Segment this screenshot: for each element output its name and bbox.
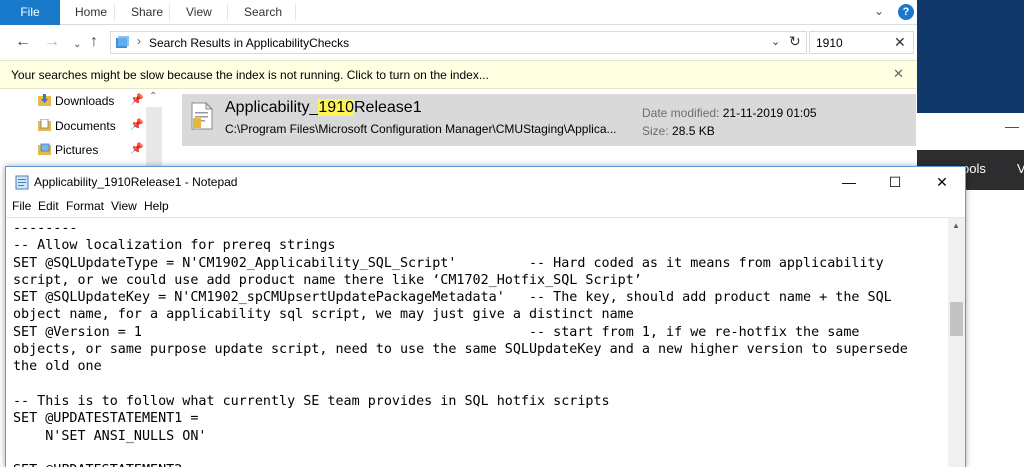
- file-name-suffix: Release1: [353, 99, 422, 116]
- recent-locations-chevron-icon[interactable]: ⌄: [73, 36, 81, 54]
- ribbon-tab-home[interactable]: Home: [63, 0, 119, 25]
- ribbon-separator: [169, 4, 170, 21]
- ribbon-tab-file[interactable]: File: [0, 0, 60, 25]
- notepad-window: Applicability_1910Release1 - Notepad — ☐…: [5, 166, 966, 467]
- result-date-modified: Date modified: 21-11-2019 01:05: [642, 106, 817, 120]
- documents-folder-icon: [38, 119, 51, 131]
- search-input[interactable]: 1910 ✕: [809, 31, 914, 54]
- ribbon-separator: [295, 4, 296, 21]
- navigation-pane: ⌃ Downloads 📌 Documents 📌 Pictures 📌: [0, 89, 165, 170]
- size-label: Size:: [642, 124, 669, 138]
- breadcrumb[interactable]: Search Results in ApplicabilityChecks: [149, 36, 349, 50]
- sidebar-item-label: Downloads: [55, 94, 115, 108]
- menu-edit[interactable]: Edit: [38, 199, 59, 213]
- file-explorer-window: File Home Share View Search ⌄ ? ← → ⌄ ↑ …: [0, 0, 917, 170]
- result-file-path: C:\Program Files\Microsoft Configuration…: [225, 122, 617, 136]
- downloads-folder-icon: [38, 94, 51, 106]
- address-dropdown-icon[interactable]: ⌄: [771, 35, 780, 48]
- window-title: Applicability_1910Release1 - Notepad: [34, 175, 238, 189]
- background-tab-view[interactable]: V: [1017, 161, 1024, 176]
- desktop-background: [917, 0, 1024, 113]
- minimize-button[interactable]: —: [1005, 118, 1019, 134]
- scrollbar-thumb[interactable]: [950, 302, 963, 336]
- ribbon-separator: [114, 4, 115, 21]
- pin-icon[interactable]: 📌: [130, 93, 144, 106]
- file-name-prefix: Applicability_: [225, 99, 319, 116]
- size-value: 28.5 KB: [672, 124, 715, 138]
- menu-view[interactable]: View: [111, 199, 137, 213]
- screen: — ools V File Home Share View Search ⌄ ?…: [0, 0, 1024, 467]
- help-icon[interactable]: ?: [898, 4, 914, 20]
- notepad-title-bar[interactable]: Applicability_1910Release1 - Notepad — ☐…: [6, 167, 965, 197]
- file-name-match-highlight: 1910: [318, 99, 354, 116]
- search-location-icon: [116, 36, 129, 48]
- forward-arrow-icon[interactable]: →: [44, 33, 60, 51]
- scroll-up-arrow-icon[interactable]: ▲: [952, 221, 960, 230]
- notepad-text-area[interactable]: -------- -- Allow localization for prere…: [6, 217, 965, 467]
- minimize-button[interactable]: —: [826, 167, 872, 197]
- ribbon-tab-share[interactable]: Share: [119, 0, 175, 25]
- ribbon-tabs: File Home Share View Search ⌄ ?: [0, 0, 917, 25]
- up-arrow-icon[interactable]: ↑: [90, 33, 98, 51]
- index-info-bar[interactable]: Your searches might be slow because the …: [0, 60, 917, 89]
- address-bar[interactable]: › Search Results in ApplicabilityChecks …: [110, 31, 807, 54]
- back-arrow-icon[interactable]: ←: [15, 33, 31, 51]
- menu-format[interactable]: Format: [66, 199, 104, 213]
- text-document-icon: [191, 102, 213, 130]
- info-bar-message[interactable]: Your searches might be slow because the …: [11, 68, 489, 82]
- result-size: Size: 28.5 KB: [642, 124, 715, 138]
- maximize-button[interactable]: ☐: [872, 167, 918, 197]
- result-file-name[interactable]: Applicability_1910Release1: [225, 99, 422, 117]
- notepad-app-icon: [15, 175, 29, 190]
- search-result-item[interactable]: Applicability_1910Release1 C:\Program Fi…: [182, 94, 916, 146]
- refresh-icon[interactable]: ↻: [789, 33, 801, 50]
- pin-icon[interactable]: 📌: [130, 118, 144, 131]
- sidebar-item-label: Pictures: [55, 143, 99, 157]
- menu-help[interactable]: Help: [144, 199, 169, 213]
- menu-file[interactable]: File: [12, 199, 31, 213]
- expand-ribbon-chevron-icon[interactable]: ⌄: [874, 4, 884, 18]
- close-button[interactable]: ✕: [919, 167, 965, 197]
- navigation-scrollbar[interactable]: [146, 107, 162, 170]
- address-row: ← → ⌄ ↑ › Search Results in Applicabilit…: [0, 25, 917, 60]
- ribbon-tab-search[interactable]: Search: [232, 0, 294, 25]
- search-value: 1910: [816, 36, 843, 50]
- notepad-menu-bar: File Edit Format View Help: [6, 197, 965, 217]
- pictures-folder-icon: [38, 143, 51, 155]
- close-info-bar-icon[interactable]: ✕: [893, 66, 904, 82]
- date-modified-label: Date modified:: [642, 106, 720, 120]
- pin-icon[interactable]: 📌: [130, 142, 144, 155]
- document-text[interactable]: -------- -- Allow localization for prere…: [13, 220, 943, 467]
- ribbon-tab-view[interactable]: View: [174, 0, 224, 25]
- ribbon-separator: [227, 4, 228, 21]
- sidebar-item-label: Documents: [55, 119, 116, 133]
- vertical-scrollbar[interactable]: ▲: [948, 218, 965, 467]
- scroll-up-icon[interactable]: ⌃: [149, 91, 157, 102]
- breadcrumb-chevron-icon: ›: [137, 34, 141, 48]
- clear-search-icon[interactable]: ✕: [894, 34, 906, 51]
- date-modified-value: 21-11-2019 01:05: [722, 106, 817, 120]
